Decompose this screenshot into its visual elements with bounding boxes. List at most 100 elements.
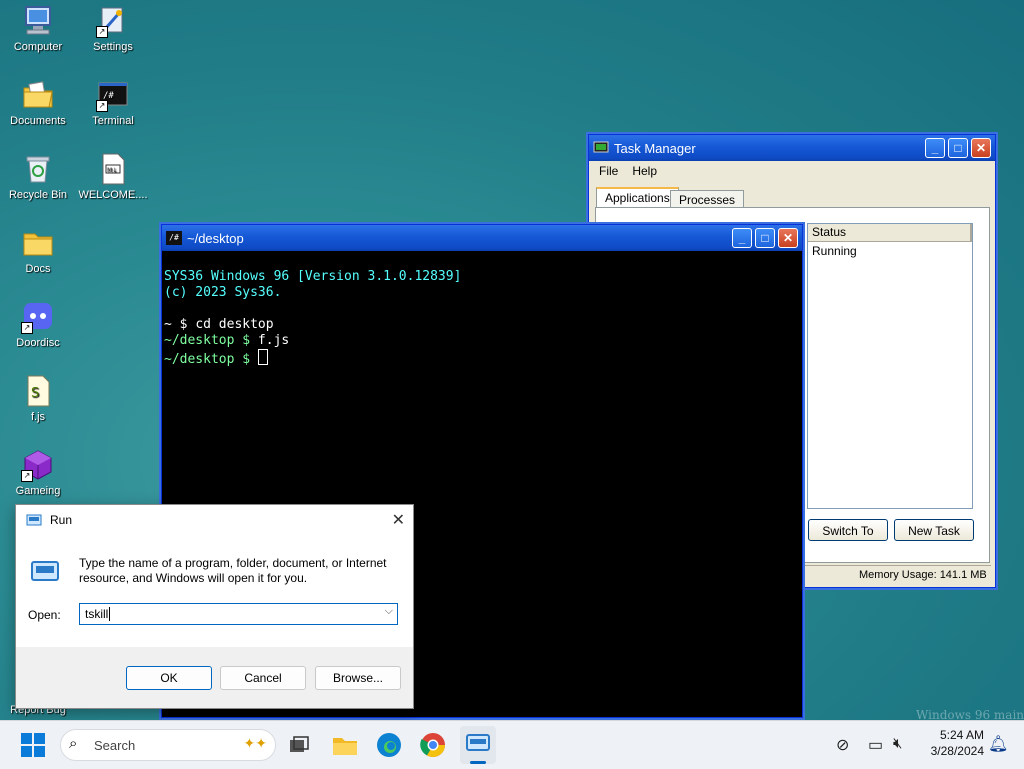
- terminal-prompt: ~/desktop $: [164, 333, 258, 348]
- new-task-button[interactable]: New Task: [894, 519, 974, 541]
- task-view-icon: [290, 736, 309, 752]
- run-titlebar[interactable]: Run ✕: [16, 505, 413, 535]
- minimize-button[interactable]: _: [925, 138, 945, 158]
- computer-icon: [21, 4, 55, 38]
- ok-button[interactable]: OK: [126, 666, 212, 690]
- svg-text:S: S: [31, 386, 39, 401]
- terminal-titlebar[interactable]: /# ~/desktop _ □ ✕: [162, 225, 802, 251]
- task-manager-menubar: File Help: [589, 161, 995, 181]
- desktop-icon-settings[interactable]: ↗ Settings: [75, 4, 151, 53]
- taskbar: ⌕ Search ✦✦ ⊘ ▭ 🔇︎ 5:24 AM 3/28/2024 🔔︎: [0, 720, 1024, 769]
- desktop-icon-welcome[interactable]: M↓ WELCOME....: [75, 152, 151, 201]
- desktop-icon-label: Docs: [25, 263, 51, 275]
- desktop-icon-computer[interactable]: Computer: [0, 4, 76, 53]
- minimize-button[interactable]: _: [732, 228, 752, 248]
- close-button[interactable]: ✕: [971, 138, 991, 158]
- run-description: Type the name of a program, folder, docu…: [79, 556, 387, 585]
- shortcut-arrow-icon: ↗: [21, 322, 33, 334]
- sparkle-icon: ✦✦: [243, 735, 267, 751]
- windows-logo-icon: [21, 733, 45, 757]
- status-bar: Memory Usage: 141.1 MB: [805, 565, 991, 584]
- desktop-icon-documents[interactable]: Documents: [0, 78, 76, 127]
- folder-icon: [21, 226, 55, 260]
- window-title: ~/desktop: [187, 230, 244, 246]
- shortcut-arrow-icon: ↗: [96, 100, 108, 112]
- desktop-icon-gameing[interactable]: ↗ Gameing: [0, 448, 76, 497]
- open-label: Open:: [28, 608, 61, 622]
- run-title-icon: [26, 514, 42, 526]
- cube-icon: ↗: [21, 448, 55, 482]
- search-icon: ⌕: [69, 735, 78, 752]
- task-manager-icon: [593, 141, 609, 155]
- task-view-button[interactable]: [285, 730, 315, 760]
- markdown-file-icon: M↓: [96, 152, 130, 186]
- active-indicator: [470, 761, 486, 764]
- desktop-icon-label: Doordisc: [16, 337, 60, 349]
- shortcut-arrow-icon: ↗: [96, 26, 108, 38]
- settings-icon: ↗: [96, 4, 130, 38]
- table-row[interactable]: Running: [808, 242, 972, 260]
- run-taskbar-button[interactable]: [460, 726, 496, 764]
- desktop-icon-label: Settings: [93, 41, 133, 53]
- desktop-icon-label: Terminal: [92, 115, 134, 127]
- menu-help[interactable]: Help: [632, 164, 657, 178]
- folder-documents-icon: [21, 78, 55, 112]
- volume-muted-icon[interactable]: 🔇︎: [893, 735, 902, 752]
- desktop-icon-label: Documents: [10, 115, 66, 127]
- tab-applications[interactable]: Applications: [596, 187, 679, 209]
- taskbar-search[interactable]: ⌕ Search ✦✦: [60, 729, 276, 761]
- terminal-command: cd desktop: [195, 317, 274, 332]
- desktop-icon-label: f.js: [30, 411, 46, 423]
- column-header-status[interactable]: Status: [808, 224, 972, 242]
- desktop-icon-label: Gameing: [15, 485, 61, 497]
- run-dialog[interactable]: Run ✕ Type the name of a program, folder…: [15, 504, 414, 709]
- discord-icon: ↗: [21, 300, 55, 334]
- terminal-icon: /#: [166, 231, 182, 245]
- switch-to-button[interactable]: Switch To: [808, 519, 888, 541]
- svg-text:M↓: M↓: [107, 167, 117, 174]
- desktop-icon-label: Computer: [13, 41, 63, 53]
- terminal-prompt: ~/desktop $: [164, 352, 258, 367]
- terminal-prompt: ~ $: [164, 317, 196, 332]
- task-manager-titlebar[interactable]: Task Manager _ □ ✕: [589, 135, 995, 161]
- desktop-icon-fjs[interactable]: S f.js: [0, 374, 76, 423]
- shortcut-arrow-icon: ↗: [21, 470, 33, 482]
- focus-assist-icon[interactable]: ⊘: [836, 735, 849, 755]
- terminal-icon: /# ↗: [96, 78, 130, 112]
- close-button[interactable]: ✕: [778, 228, 798, 248]
- menu-file[interactable]: File: [599, 164, 618, 178]
- run-app-icon: [466, 734, 490, 751]
- open-input[interactable]: tskill: [85, 607, 111, 621]
- browse-button[interactable]: Browse...: [315, 666, 401, 690]
- desktop-icon-label: Recycle Bin: [8, 189, 68, 201]
- file-explorer-button[interactable]: [330, 730, 360, 760]
- open-combobox[interactable]: tskill ⌵: [79, 603, 398, 625]
- clock[interactable]: 5:24 AM 3/28/2024: [922, 727, 984, 759]
- network-icon[interactable]: ▭: [868, 735, 883, 755]
- edge-button[interactable]: [374, 730, 404, 760]
- clock-date: 3/28/2024: [930, 744, 984, 758]
- edge-icon: [377, 733, 401, 757]
- notification-bell-icon[interactable]: 🔔︎: [988, 734, 1008, 754]
- maximize-button[interactable]: □: [755, 228, 775, 248]
- desktop-icon-label: WELCOME....: [78, 189, 148, 201]
- terminal-cursor: [257, 349, 268, 365]
- desktop-icon-terminal[interactable]: /# ↗ Terminal: [75, 78, 151, 127]
- search-placeholder: Search: [94, 738, 136, 753]
- window-title: Task Manager: [614, 140, 696, 156]
- terminal-command: f.js: [257, 333, 290, 348]
- terminal-line: SYS36 Windows 96 [Version 3.1.0.12839]: [164, 269, 462, 284]
- cancel-button[interactable]: Cancel: [220, 666, 306, 690]
- start-button[interactable]: [18, 730, 48, 760]
- desktop-icon-recycle-bin[interactable]: Recycle Bin: [0, 152, 76, 201]
- desktop-icon-docs[interactable]: Docs: [0, 226, 76, 275]
- chevron-down-icon[interactable]: ⌵: [385, 605, 393, 618]
- maximize-button[interactable]: □: [948, 138, 968, 158]
- applications-list[interactable]: Status Running: [807, 223, 973, 509]
- terminal-line: (c) 2023 Sys36.: [164, 285, 282, 300]
- run-app-icon: [30, 559, 60, 583]
- chrome-button[interactable]: [418, 730, 448, 760]
- file-explorer-icon: [333, 738, 357, 755]
- close-icon[interactable]: ✕: [392, 510, 405, 530]
- desktop-icon-doordisc[interactable]: ↗ Doordisc: [0, 300, 76, 349]
